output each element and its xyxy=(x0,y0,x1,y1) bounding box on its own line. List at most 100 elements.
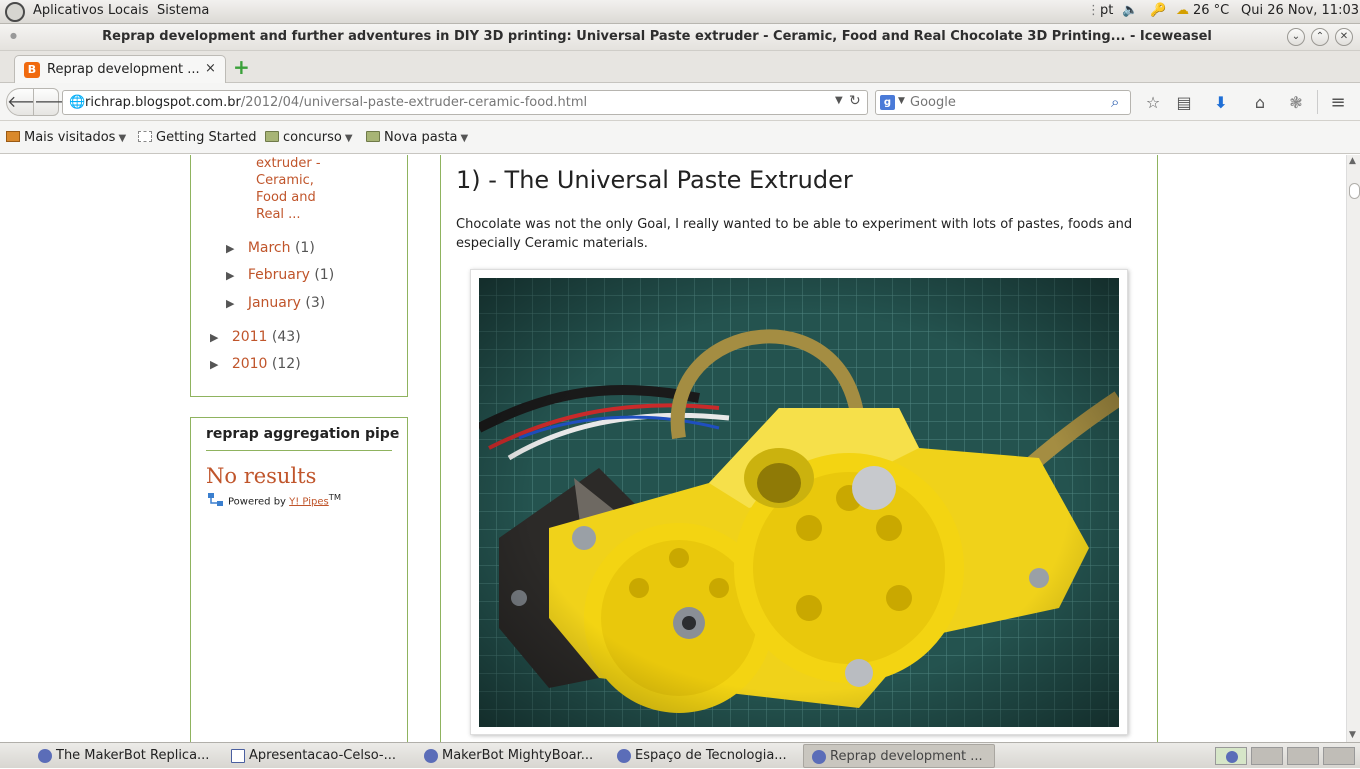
new-tab-icon[interactable]: + xyxy=(233,57,250,77)
close-window-icon[interactable]: ✕ xyxy=(1335,28,1353,46)
bookmark-label: concurso xyxy=(283,130,342,145)
task-label: The MakerBot Replica... xyxy=(56,748,210,763)
bookmark-star-icon[interactable]: ☆ xyxy=(1142,92,1164,114)
trademark: TM xyxy=(328,492,342,502)
forward-button[interactable]: 🡒 xyxy=(33,88,77,116)
url-path: /2012/04/universal-paste-extruder-cerami… xyxy=(240,95,588,110)
archive-year-2011[interactable]: ▶ 2011 (43) xyxy=(210,329,301,345)
scroll-down-icon[interactable]: ▼ xyxy=(1349,730,1356,740)
iceweasel-icon xyxy=(424,749,438,763)
debian-logo-icon[interactable] xyxy=(5,2,25,22)
post-heading: 1) - The Universal Paste Extruder xyxy=(456,166,853,194)
post-title-line: Real ... xyxy=(256,207,301,222)
expand-triangle-icon[interactable]: ▶ xyxy=(226,242,234,255)
yahoo-pipes-link[interactable]: Y! Pipes xyxy=(289,496,329,507)
archive-year-2010[interactable]: ▶ 2010 (12) xyxy=(210,356,301,372)
archive-month-january[interactable]: ▶ January (3) xyxy=(226,295,325,311)
url-history-dropdown-icon[interactable]: ▼ xyxy=(835,95,843,106)
workspace-2[interactable] xyxy=(1251,747,1283,765)
archive-link[interactable]: 2010 xyxy=(232,356,268,372)
powered-by-text: Powered by xyxy=(228,496,290,508)
archive-month-february[interactable]: ▶ February (1) xyxy=(226,267,334,283)
hamburger-menu-icon[interactable]: ≡ xyxy=(1327,92,1349,114)
expand-triangle-icon[interactable]: ▶ xyxy=(226,269,234,282)
home-icon[interactable]: ⌂ xyxy=(1249,92,1271,114)
scrollbar-thumb[interactable] xyxy=(1349,183,1360,199)
addon-icon[interactable]: ❃ xyxy=(1285,92,1307,114)
expand-triangle-icon[interactable]: ▶ xyxy=(210,358,218,371)
archive-link[interactable]: January xyxy=(248,295,301,311)
globe-icon: 🌐 xyxy=(69,95,86,110)
bookmark-label: Nova pasta xyxy=(384,130,458,145)
page-scrollbar[interactable]: ▲ ▼ xyxy=(1346,155,1360,742)
iceweasel-icon xyxy=(617,749,631,763)
post-title-line: Food and xyxy=(256,190,316,205)
url-text[interactable]: richrap.blogspot.com.br/2012/04/universa… xyxy=(85,95,587,110)
taskbar-item-active[interactable]: Reprap development ... xyxy=(803,744,995,768)
url-bar[interactable]: 🌐 richrap.blogspot.com.br/2012/04/univer… xyxy=(62,90,868,115)
menu-system[interactable]: Sistema xyxy=(157,3,209,18)
archive-count: (1) xyxy=(294,240,315,256)
expand-triangle-icon[interactable]: ▶ xyxy=(210,331,218,344)
search-input[interactable] xyxy=(910,93,1100,112)
taskbar-item[interactable]: The MakerBot Replica... xyxy=(30,744,220,768)
no-results-text: No results xyxy=(206,464,317,488)
task-label: Reprap development ... xyxy=(830,749,983,764)
top-panel: Aplicativos Locais Sistema ⋮ pt 🔈 🔑 ☁ 26… xyxy=(0,0,1360,24)
widget-title: reprap aggregation pipe xyxy=(206,426,400,442)
network-icon[interactable]: 🔑 xyxy=(1150,3,1166,18)
url-domain: richrap.blogspot.com.br xyxy=(85,95,241,110)
iceweasel-icon xyxy=(1226,751,1238,763)
weather-temp[interactable]: 26 °C xyxy=(1193,3,1229,18)
bookmark-label: Mais visitados xyxy=(24,130,116,145)
bookmark-getting-started[interactable]: Getting Started xyxy=(138,130,257,145)
taskbar-item[interactable]: MakerBot MightyBoar... xyxy=(416,744,606,768)
volume-icon[interactable]: 🔈 xyxy=(1122,3,1138,18)
bookmark-concurso[interactable]: concurso ▼ xyxy=(265,130,353,145)
folder-icon xyxy=(366,131,380,142)
reload-icon[interactable]: ↻ xyxy=(849,93,861,109)
workspace-4[interactable] xyxy=(1323,747,1355,765)
engine-dropdown-icon[interactable]: ▼ xyxy=(898,96,905,106)
menu-applications[interactable]: Aplicativos xyxy=(33,3,104,18)
close-tab-icon[interactable]: × xyxy=(205,61,216,76)
paste-extruder-photo[interactable] xyxy=(479,278,1119,727)
chevron-down-icon: ▼ xyxy=(118,133,127,144)
search-icon[interactable]: ⌕ xyxy=(1111,93,1119,111)
expand-triangle-icon[interactable]: ▶ xyxy=(226,297,234,310)
taskbar-item[interactable]: Apresentacao-Celso-... xyxy=(223,744,413,768)
bookmark-most-visited[interactable]: Mais visitados ▼ xyxy=(6,130,126,145)
archive-count: (12) xyxy=(271,356,301,372)
iceweasel-icon xyxy=(812,750,826,764)
google-engine-icon[interactable]: g xyxy=(880,95,895,110)
scroll-up-icon[interactable]: ▲ xyxy=(1349,156,1356,166)
post-title-line: Ceramic, xyxy=(256,173,314,188)
window-title: Reprap development and further adventure… xyxy=(102,29,1212,44)
yahoo-pipes-icon xyxy=(208,493,223,507)
bookmark-nova-pasta[interactable]: Nova pasta ▼ xyxy=(366,130,468,145)
tab-reprap[interactable]: B Reprap development ... × xyxy=(14,55,226,84)
archive-link[interactable]: 2011 xyxy=(232,329,268,345)
back-button[interactable]: 🡐 xyxy=(6,88,50,116)
powered-by: Powered by Y! PipesTM xyxy=(208,492,341,507)
workspace-3[interactable] xyxy=(1287,747,1319,765)
window-titlebar[interactable]: ● Reprap development and further adventu… xyxy=(0,24,1360,51)
archive-link[interactable]: March xyxy=(248,240,291,256)
minimize-icon[interactable]: ⌄ xyxy=(1287,28,1305,46)
clock[interactable]: Qui 26 Nov, 11:03 xyxy=(1241,3,1359,18)
divider xyxy=(206,450,392,451)
workspace-1[interactable] xyxy=(1215,747,1247,765)
photo-frame[interactable] xyxy=(470,269,1128,735)
archive-month-march[interactable]: ▶ March (1) xyxy=(226,240,315,256)
search-bar[interactable]: g ▼ ⌕ xyxy=(875,90,1131,115)
downloads-icon[interactable]: ⬇ xyxy=(1210,92,1232,114)
archive-current-post-link[interactable]: extruder - Ceramic, Food and Real ... xyxy=(256,155,321,223)
blog-archive-widget: extruder - Ceramic, Food and Real ... ▶ … xyxy=(190,155,408,397)
menu-places[interactable]: Locais xyxy=(108,3,148,18)
weather-icon[interactable]: ☁ xyxy=(1176,3,1189,18)
keyboard-layout[interactable]: pt xyxy=(1100,3,1113,18)
archive-link[interactable]: February xyxy=(248,267,310,283)
bookmarks-menu-icon[interactable]: ▤ xyxy=(1173,92,1195,114)
maximize-icon[interactable]: ⌃ xyxy=(1311,28,1329,46)
taskbar-item[interactable]: Espaço de Tecnologia... xyxy=(609,744,799,768)
